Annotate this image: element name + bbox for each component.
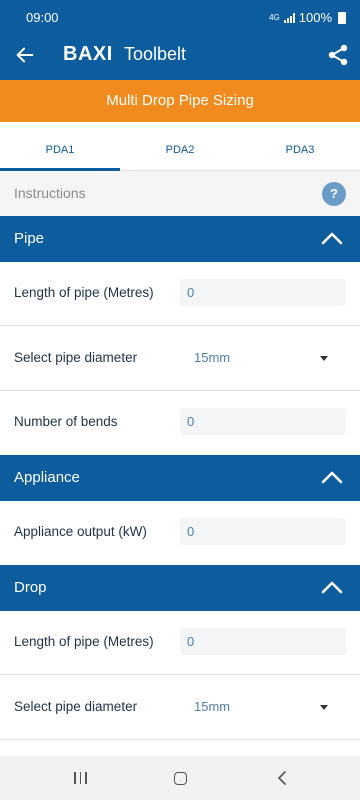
system-nav-bar	[0, 756, 360, 800]
drop-length-input[interactable]: 0	[180, 628, 346, 655]
tab-pda1[interactable]: PDA1	[0, 144, 120, 156]
section-header-appliance[interactable]: Appliance	[0, 455, 360, 501]
tab-pda2[interactable]: PDA2	[120, 144, 240, 156]
app-title: Toolbelt	[124, 44, 187, 64]
tab-bar: PDA1 PDA2 PDA3	[0, 122, 360, 171]
chevron-up-icon[interactable]	[321, 231, 343, 245]
pipe-bends-row: Number of bends 0	[0, 391, 360, 455]
section-header-drop[interactable]: Drop	[0, 565, 360, 611]
pipe-length-input[interactable]: 0	[180, 279, 346, 306]
pipe-diameter-row[interactable]: Select pipe diameter 15mm	[0, 326, 360, 391]
field-label: Select pipe diameter	[14, 350, 138, 365]
status-bar: 09:00 4G 100%	[0, 0, 360, 30]
tab-pda3[interactable]: PDA3	[240, 144, 360, 156]
field-label: Appliance output (kW)	[14, 524, 147, 539]
pipe-length-row: Length of pipe (Metres) 0	[0, 262, 360, 326]
field-label: Select pipe diameter	[14, 699, 138, 714]
section-header-pipe[interactable]: Pipe	[0, 216, 360, 262]
section-title: Appliance	[14, 469, 80, 486]
field-label: Length of pipe (Metres)	[14, 634, 154, 649]
chevron-up-icon[interactable]	[321, 470, 343, 484]
drop-diameter-row[interactable]: Select pipe diameter 15mm	[0, 675, 360, 740]
appliance-output-row: Appliance output (kW) 0	[0, 501, 360, 565]
recents-icon[interactable]	[74, 772, 87, 784]
field-label: Length of pipe (Metres)	[14, 285, 154, 300]
instructions-row[interactable]: Instructions	[0, 171, 360, 216]
instructions-label: Instructions	[14, 185, 86, 201]
status-time: 09:00	[26, 10, 59, 25]
signal-icon	[283, 12, 295, 23]
section-title: Drop	[14, 579, 47, 596]
drop-diameter-select[interactable]: 15mm	[194, 699, 230, 714]
back-arrow-icon[interactable]	[14, 44, 36, 66]
drop-length-row: Length of pipe (Metres) 0	[0, 611, 360, 675]
share-icon[interactable]	[326, 43, 350, 67]
back-nav-icon[interactable]	[276, 771, 288, 785]
chevron-up-icon[interactable]	[321, 580, 343, 594]
appliance-output-input[interactable]: 0	[180, 518, 346, 545]
section-title: Pipe	[14, 230, 45, 247]
page-banner: Multi Drop Pipe Sizing	[0, 80, 360, 122]
dropdown-caret-icon[interactable]	[320, 705, 328, 710]
battery-icon	[338, 11, 346, 24]
help-icon[interactable]: ?	[322, 182, 346, 206]
app-bar: BAXI Toolbelt	[0, 30, 360, 80]
battery-percent: 100%	[298, 10, 332, 25]
home-icon[interactable]	[174, 772, 187, 785]
pipe-diameter-select[interactable]: 15mm	[194, 350, 230, 365]
field-label: Number of bends	[14, 414, 118, 429]
status-icons: 4G 100%	[269, 10, 346, 25]
bends-input[interactable]: 0	[180, 408, 346, 435]
brand-logo: BAXI	[63, 43, 113, 65]
dropdown-caret-icon[interactable]	[320, 356, 328, 361]
network-type: 4G	[269, 12, 280, 22]
